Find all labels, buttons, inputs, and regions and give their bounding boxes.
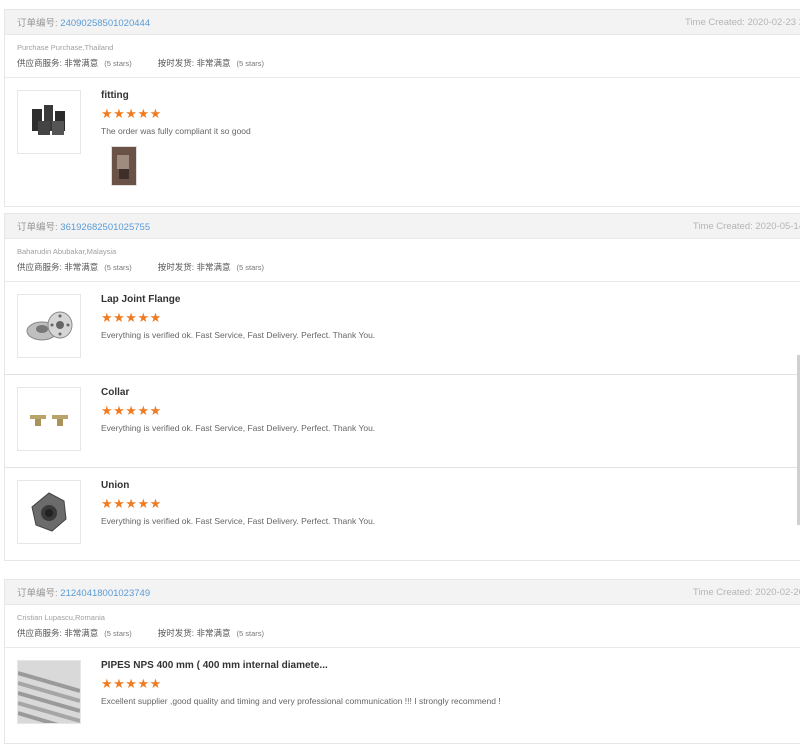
order-number-label: 订单编号: bbox=[17, 588, 58, 599]
order-number-label: 订单编号: bbox=[17, 222, 58, 233]
order-number-link[interactable]: 36192682501025755 bbox=[60, 222, 150, 233]
collar-product-image[interactable] bbox=[17, 387, 81, 451]
product-name[interactable]: Union bbox=[101, 480, 129, 491]
on-time-value: 非常满意 bbox=[196, 628, 231, 638]
order-header: 订单编号: 21240418001023749 Time Created: 20… bbox=[5, 580, 800, 605]
supplier-service-label: 供应商服务: bbox=[17, 58, 62, 68]
pipes-product-image[interactable] bbox=[17, 660, 81, 724]
seller-ratings: 供应商服务: 非常满意 (5 stars) 按时发货: 非常满意 (5 stars) bbox=[5, 52, 800, 78]
order-number-link[interactable]: 21240418001023749 bbox=[60, 588, 150, 599]
buyer-info: Cristian Lupascu,Romania bbox=[17, 613, 105, 622]
star-rating: ★★★★★ bbox=[101, 106, 162, 121]
time-created-label: Time Created: bbox=[692, 220, 753, 232]
product-name[interactable]: Lap Joint Flange bbox=[101, 294, 180, 305]
supplier-service-stars: (5 stars) bbox=[104, 263, 132, 272]
time-created-value: 2020-05-14 bbox=[755, 220, 800, 232]
supplier-service-stars: (5 stars) bbox=[104, 629, 132, 638]
supplier-service-value: 非常满意 bbox=[64, 628, 99, 638]
on-time-value: 非常满意 bbox=[196, 58, 231, 68]
list-item: fitting ★★★★★ The order was fully compli… bbox=[5, 78, 800, 192]
time-created-value: 2020-02-20 bbox=[755, 586, 800, 598]
review-text: Everything is verified ok. Fast Service,… bbox=[101, 330, 376, 340]
on-time-label: 按时发货: bbox=[157, 262, 195, 272]
on-time-label: 按时发货: bbox=[157, 628, 195, 638]
list-item: PIPES NPS 400 mm ( 400 mm internal diame… bbox=[5, 648, 800, 740]
fitting-product-image[interactable] bbox=[17, 90, 81, 154]
on-time-label: 按时发货: bbox=[157, 58, 195, 68]
on-time-stars: (5 stars) bbox=[236, 59, 265, 68]
supplier-service-label: 供应商服务: bbox=[17, 262, 62, 272]
star-rating: ★★★★★ bbox=[101, 496, 162, 511]
review-text: Everything is verified ok. Fast Service,… bbox=[101, 516, 376, 526]
time-created-label: Time Created: bbox=[692, 586, 753, 598]
order-card: 订单编号: 36192682501025755 Time Created: 20… bbox=[4, 213, 800, 561]
product-name[interactable]: PIPES NPS 400 mm ( 400 mm internal diame… bbox=[101, 660, 328, 671]
review-text: The order was fully compliant it so good bbox=[101, 126, 251, 136]
time-created-value: 2020-02-23 2 bbox=[747, 16, 800, 28]
buyer-info: Baharudin Abubakar,Malaysia bbox=[17, 247, 117, 256]
supplier-service-value: 非常满意 bbox=[64, 262, 99, 272]
on-time-stars: (5 stars) bbox=[236, 629, 265, 638]
seller-ratings: 供应商服务: 非常满意 (5 stars) 按时发货: 非常满意 (5 stars) bbox=[5, 622, 800, 648]
seller-ratings: 供应商服务: 非常满意 (5 stars) 按时发货: 非常满意 (5 stars) bbox=[5, 256, 800, 282]
flange-product-image[interactable] bbox=[17, 294, 81, 358]
order-card: 订单编号: 21240418001023749 Time Created: 20… bbox=[4, 579, 800, 744]
supplier-service-stars: (5 stars) bbox=[104, 59, 132, 68]
star-rating: ★★★★★ bbox=[101, 310, 162, 325]
order-number-label: 订单编号: bbox=[17, 18, 58, 29]
on-time-value: 非常满意 bbox=[196, 262, 231, 272]
product-name[interactable]: Collar bbox=[101, 387, 129, 398]
supplier-service-value: 非常满意 bbox=[64, 58, 99, 68]
review-text: Excellent supplier ,good quality and tim… bbox=[101, 696, 501, 706]
list-item: Union ★★★★★ Everything is verified ok. F… bbox=[5, 468, 800, 560]
review-photo-thumbnail[interactable] bbox=[111, 146, 137, 186]
list-item: Collar ★★★★★ Everything is verified ok. … bbox=[5, 375, 800, 468]
buyer-info: Purchase Purchase,Thailand bbox=[17, 43, 114, 52]
order-header: 订单编号: 240902585010204​44 Time Created: 2… bbox=[5, 10, 800, 35]
star-rating: ★★★★★ bbox=[101, 403, 162, 418]
order-number-link[interactable]: 240902585010204​44 bbox=[60, 18, 150, 29]
order-card: 订单编号: 240902585010204​44 Time Created: 2… bbox=[4, 9, 800, 207]
union-product-image[interactable] bbox=[17, 480, 81, 544]
supplier-service-label: 供应商服务: bbox=[17, 628, 62, 638]
on-time-stars: (5 stars) bbox=[236, 263, 265, 272]
list-item: Lap Joint Flange ★★★★★ Everything is ver… bbox=[5, 282, 800, 375]
order-header: 订单编号: 36192682501025755 Time Created: 20… bbox=[5, 214, 800, 239]
review-text: Everything is verified ok. Fast Service,… bbox=[101, 423, 376, 433]
time-created-label: Time Created: bbox=[684, 16, 745, 28]
star-rating: ★★★★★ bbox=[101, 676, 162, 691]
product-name[interactable]: fitting bbox=[101, 90, 129, 101]
